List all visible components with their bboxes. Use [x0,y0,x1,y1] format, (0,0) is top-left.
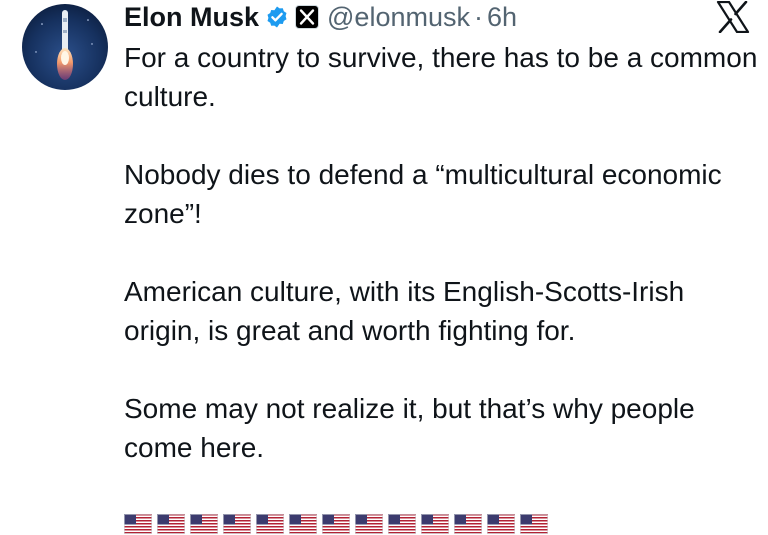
tweet-paragraph: Nobody dies to defend a “multicultural e… [124,159,722,229]
separator-dot: · [473,1,483,32]
us-flag-icon [256,514,284,534]
us-flag-icon [388,514,416,534]
us-flag-icon [157,514,185,534]
rocket-launch-avatar-image [22,4,108,90]
verified-badge-icon[interactable] [265,5,289,29]
us-flag-icon [322,514,350,534]
tweet-body: For a country to survive, there has to b… [124,38,760,506]
us-flag-icon [289,514,317,534]
us-flag-icon [124,514,152,534]
x-logo-icon[interactable] [716,0,750,34]
us-flag-icon [454,514,482,534]
tweet-paragraph: For a country to survive, there has to b… [124,42,758,112]
x-affiliate-badge-icon[interactable] [295,5,320,29]
author-handle[interactable]: @elonmusk [327,2,470,33]
us-flag-icon [190,514,218,534]
tweet-timestamp[interactable]: 6h [487,2,517,33]
us-flag-icon [223,514,251,534]
tweet-paragraph: American culture, with its English-Scott… [124,276,685,346]
tweet-paragraph: Some may not realize it, but that’s why … [124,393,695,463]
us-flag-icon [355,514,383,534]
us-flag-icon [487,514,515,534]
tweet-card: Elon Musk @elonmusk · 6h For a country t… [0,0,768,535]
us-flag-icon [520,514,548,534]
author-display-name[interactable]: Elon Musk [124,2,259,33]
us-flag-emoji-row [124,514,548,534]
us-flag-icon [421,514,449,534]
tweet-header: Elon Musk @elonmusk · 6h [124,0,517,34]
author-avatar[interactable] [22,4,108,90]
